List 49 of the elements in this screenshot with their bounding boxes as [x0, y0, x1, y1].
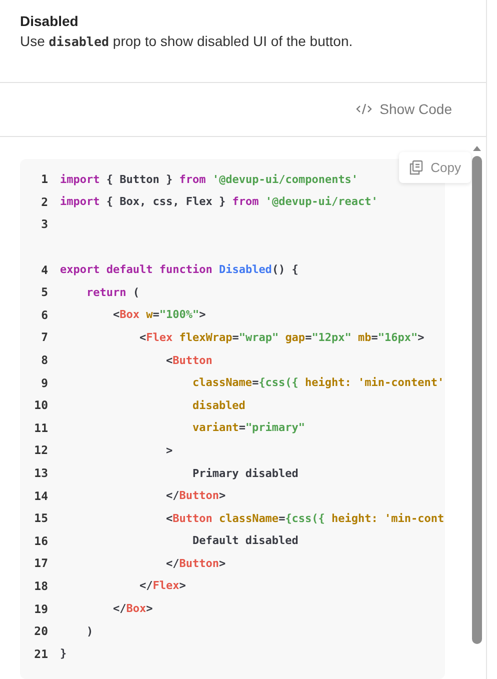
- code-line: ): [85, 624, 94, 638]
- line-number: 11: [33, 420, 48, 435]
- line-number: 14: [33, 488, 48, 503]
- code-line: </Box>: [112, 602, 153, 616]
- code-line: >: [164, 444, 173, 457]
- line-number: 20: [33, 624, 48, 638]
- copy-button[interactable]: Copy: [398, 152, 471, 183]
- code-line: </Button>: [164, 489, 226, 502]
- copy-icon: [408, 160, 423, 175]
- section-title: Disabled: [20, 12, 80, 30]
- code-line: Primary disabled: [191, 466, 298, 480]
- line-number: 4: [40, 262, 48, 277]
- line-number: 15: [33, 511, 48, 526]
- line-number: 6: [40, 308, 48, 322]
- code-line: <Flex flexWrap="wrap" gap="12px" mb="16px">: [138, 330, 424, 344]
- line-number: 17: [33, 556, 48, 570]
- line-number: 2: [40, 194, 48, 209]
- scrollbar-thumb[interactable]: [472, 156, 482, 644]
- line-number: 16: [33, 534, 48, 548]
- line-number: 8: [40, 353, 48, 368]
- line-number: 21: [33, 646, 48, 661]
- code-line: <Button className={css({ height: 'min-cont: [164, 512, 444, 525]
- code-line: <Box w="100%">: [112, 308, 206, 322]
- line-number: 19: [33, 602, 48, 616]
- line-number: 9: [40, 376, 48, 390]
- section-description: Use disabled prop to show disabled UI of the button.: [20, 32, 354, 51]
- code-line: </Flex>: [138, 579, 186, 592]
- line-number: 12: [33, 443, 48, 458]
- line-number: 18: [33, 578, 48, 593]
- line-number: 3: [40, 217, 48, 232]
- scroll-up-icon[interactable]: [472, 145, 482, 152]
- code-line: return (: [85, 286, 140, 299]
- code-line: import { Box, css, Flex } from '@devup-ui/react': [60, 195, 378, 208]
- code-line: Default disabled: [191, 534, 298, 548]
- show-code-button[interactable]: Show Code: [352, 97, 456, 122]
- line-number: 1: [40, 172, 48, 186]
- code-line: className={css({ height: 'min-content': [191, 376, 444, 390]
- code-icon: [356, 103, 372, 116]
- code-line: variant="primary": [191, 421, 306, 434]
- line-number: 5: [40, 285, 48, 300]
- code-line: disabled: [191, 398, 246, 412]
- code-line: <Button: [164, 354, 212, 367]
- line-number: 7: [40, 330, 48, 344]
- code-line: }: [60, 647, 67, 660]
- line-number: 13: [33, 466, 48, 480]
- code-line: </Button>: [164, 556, 226, 570]
- code-line: export default function Disabled() {: [60, 263, 298, 276]
- line-number: 10: [33, 398, 48, 412]
- code-line: import { Button } from '@devup-ui/components': [60, 172, 358, 186]
